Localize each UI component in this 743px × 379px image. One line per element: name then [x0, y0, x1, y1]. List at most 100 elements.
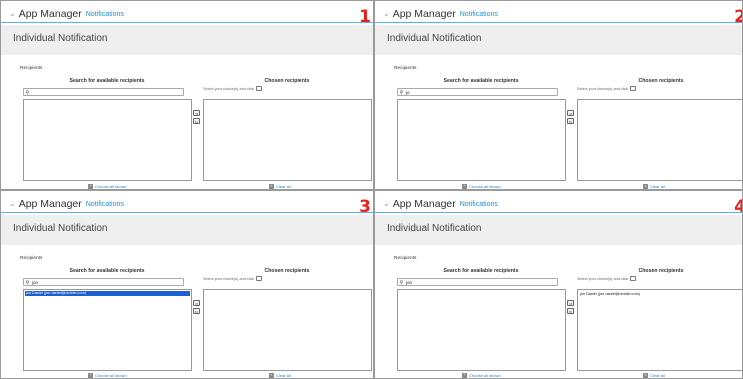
- search-input[interactable]: ⚲ jon: [397, 278, 558, 286]
- search-input[interactable]: ⚲ jo: [397, 88, 558, 96]
- move-icon: [256, 86, 263, 91]
- app-title: App Manager: [392, 198, 456, 210]
- move-icon: [630, 276, 637, 281]
- search-heading: Search for available recipients: [443, 78, 519, 84]
- step-number: 3: [359, 197, 371, 217]
- chosen-hint-text: Select your choice(s) and click: [577, 276, 629, 281]
- move-icon: [630, 86, 637, 91]
- app-title: App Manager: [18, 8, 82, 20]
- chevron-down-icon[interactable]: ⌄: [9, 10, 16, 18]
- recipients-label: Recipients: [20, 256, 43, 261]
- divider: [375, 212, 742, 213]
- move-right-button[interactable]: ⇒: [193, 300, 200, 306]
- add-icon: +: [462, 373, 467, 378]
- move-right-button[interactable]: ⇒: [567, 110, 574, 116]
- choose-all-shown-link[interactable]: + Choose all shown: [88, 184, 127, 189]
- chosen-recipients-list[interactable]: jon Daniel (jon.daniel@ombiel.com): [577, 289, 742, 371]
- chosen-heading: Chosen recipients: [264, 268, 310, 274]
- chosen-list-item[interactable]: jon Daniel (jon.daniel@ombiel.com): [580, 292, 640, 297]
- screenshot-grid: ⌄ App Manager Notifications Individual N…: [0, 0, 743, 379]
- clear-all-link[interactable]: × Clear all: [643, 373, 665, 378]
- page-title: Individual Notification: [387, 33, 482, 44]
- step-panel-2: ⌄ App Manager Notifications Individual N…: [374, 0, 743, 190]
- chosen-heading: Chosen recipients: [638, 268, 684, 274]
- move-left-button[interactable]: ⇐: [567, 308, 574, 314]
- top-bar: ⌄ App Manager Notifications: [375, 5, 742, 23]
- search-heading: Search for available recipients: [69, 268, 145, 274]
- chosen-hint: Select your choice(s) and click: [577, 276, 637, 281]
- search-icon: ⚲: [399, 89, 404, 96]
- remove-icon: ×: [643, 184, 648, 189]
- page-header: Individual Notification: [1, 25, 373, 55]
- step-number: 4: [734, 197, 742, 217]
- page-title: Individual Notification: [13, 223, 108, 234]
- recipients-label: Recipients: [394, 256, 417, 261]
- app-title: App Manager: [392, 8, 456, 20]
- search-input[interactable]: ⚲ jon: [23, 278, 184, 286]
- add-icon: +: [88, 373, 93, 378]
- chevron-down-icon[interactable]: ⌄: [383, 10, 390, 18]
- chosen-recipients-list[interactable]: [577, 99, 742, 181]
- move-icon: [256, 276, 263, 281]
- search-icon: ⚲: [25, 279, 30, 286]
- available-recipients-list[interactable]: [397, 99, 566, 181]
- available-recipients-list[interactable]: jon Daniel (jon.daniel@ombiel.com): [23, 289, 192, 371]
- step-panel-4: ⌄ App Manager Notifications Individual N…: [374, 190, 743, 379]
- breadcrumb-notifications[interactable]: Notifications: [86, 11, 124, 18]
- page-title: Individual Notification: [13, 33, 108, 44]
- chosen-hint: Select your choice(s) and click: [203, 86, 263, 91]
- breadcrumb-notifications[interactable]: Notifications: [460, 11, 498, 18]
- clear-all-link[interactable]: × Clear all: [269, 373, 291, 378]
- choose-all-shown-link[interactable]: + Choose all shown: [88, 373, 127, 378]
- remove-icon: ×: [643, 373, 648, 378]
- recipients-label: Recipients: [20, 66, 43, 71]
- page-title: Individual Notification: [387, 223, 482, 234]
- chosen-hint-text: Select your choice(s) and click: [577, 86, 629, 91]
- top-bar: ⌄ App Manager Notifications: [375, 195, 742, 213]
- available-recipients-list[interactable]: [397, 289, 566, 371]
- recipients-label: Recipients: [394, 66, 417, 71]
- move-right-button[interactable]: ⇒: [193, 110, 200, 116]
- choose-all-shown-link[interactable]: + Choose all shown: [462, 373, 501, 378]
- chosen-recipients-list[interactable]: [203, 289, 372, 371]
- chosen-heading: Chosen recipients: [264, 78, 310, 84]
- step-panel-3: ⌄ App Manager Notifications Individual N…: [0, 190, 374, 379]
- available-recipients-list[interactable]: [23, 99, 192, 181]
- chevron-down-icon[interactable]: ⌄: [383, 200, 390, 208]
- remove-icon: ×: [269, 373, 274, 378]
- search-value: jo: [406, 90, 410, 95]
- chosen-hint-text: Select your choice(s) and click: [203, 86, 255, 91]
- step-panel-1: ⌄ App Manager Notifications Individual N…: [0, 0, 374, 190]
- list-item-selected[interactable]: jon Daniel (jon.daniel@ombiel.com): [25, 291, 190, 296]
- chosen-recipients-list[interactable]: [203, 99, 372, 181]
- chosen-hint-text: Select your choice(s) and click: [203, 276, 255, 281]
- search-icon: ⚲: [25, 89, 30, 96]
- chevron-down-icon[interactable]: ⌄: [9, 200, 16, 208]
- search-input[interactable]: ⚲: [23, 88, 184, 96]
- clear-all-link[interactable]: × Clear all: [269, 184, 291, 189]
- divider: [1, 212, 373, 213]
- search-heading: Search for available recipients: [69, 78, 145, 84]
- step-number: 1: [359, 7, 371, 27]
- page-header: Individual Notification: [375, 215, 742, 245]
- clear-all-link[interactable]: × Clear all: [643, 184, 665, 189]
- move-left-button[interactable]: ⇐: [193, 308, 200, 314]
- breadcrumb-notifications[interactable]: Notifications: [460, 201, 498, 208]
- page-header: Individual Notification: [1, 215, 373, 245]
- search-icon: ⚲: [399, 279, 404, 286]
- search-value: jon: [32, 280, 39, 285]
- divider: [1, 22, 373, 23]
- chosen-hint: Select your choice(s) and click: [203, 276, 263, 281]
- add-icon: +: [88, 184, 93, 189]
- step-number: 2: [734, 7, 742, 27]
- breadcrumb-notifications[interactable]: Notifications: [86, 201, 124, 208]
- app-title: App Manager: [18, 198, 82, 210]
- move-left-button[interactable]: ⇐: [193, 118, 200, 124]
- move-right-button[interactable]: ⇒: [567, 300, 574, 306]
- choose-all-shown-link[interactable]: + Choose all shown: [462, 184, 501, 189]
- move-left-button[interactable]: ⇐: [567, 118, 574, 124]
- chosen-heading: Chosen recipients: [638, 78, 684, 84]
- page-header: Individual Notification: [375, 25, 742, 55]
- search-heading: Search for available recipients: [443, 268, 519, 274]
- add-icon: +: [462, 184, 467, 189]
